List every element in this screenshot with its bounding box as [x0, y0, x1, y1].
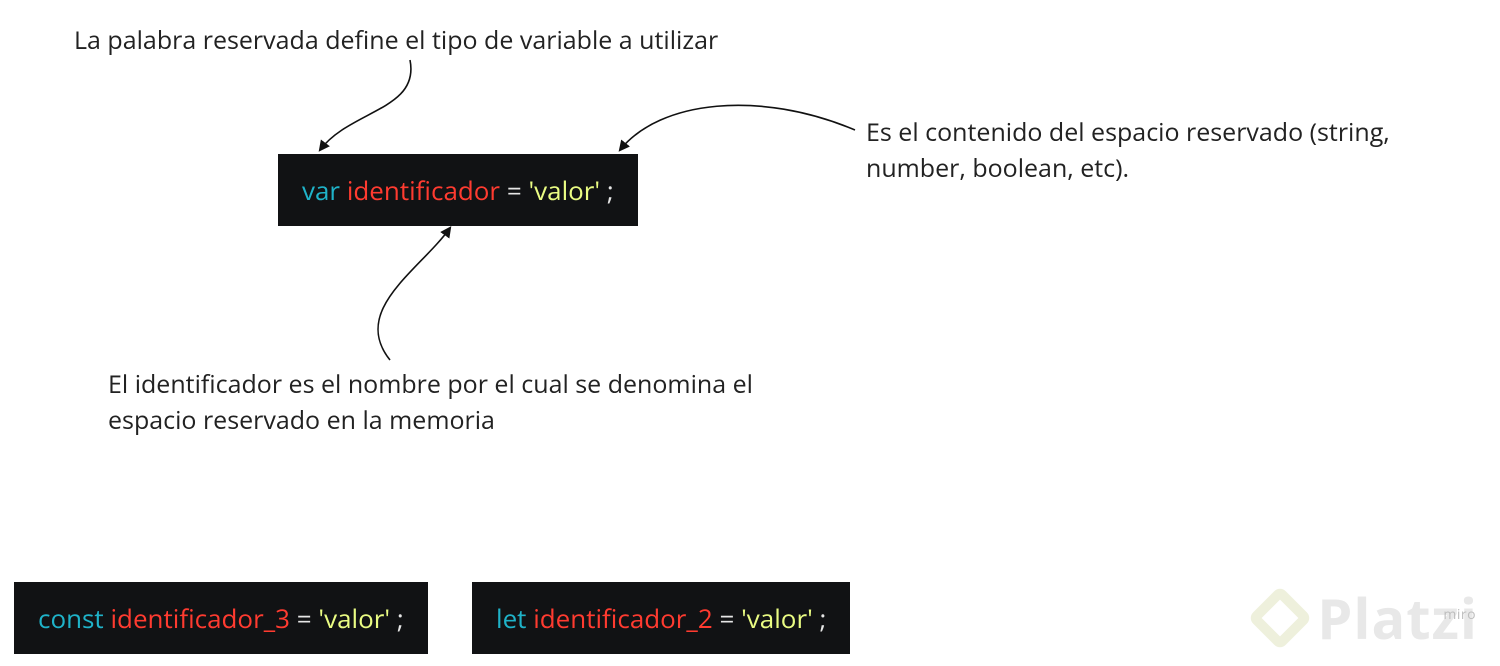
platzi-logo-icon — [1248, 585, 1313, 650]
watermark-miro: miro — [1443, 605, 1476, 624]
arrow-keyword — [0, 0, 1500, 666]
